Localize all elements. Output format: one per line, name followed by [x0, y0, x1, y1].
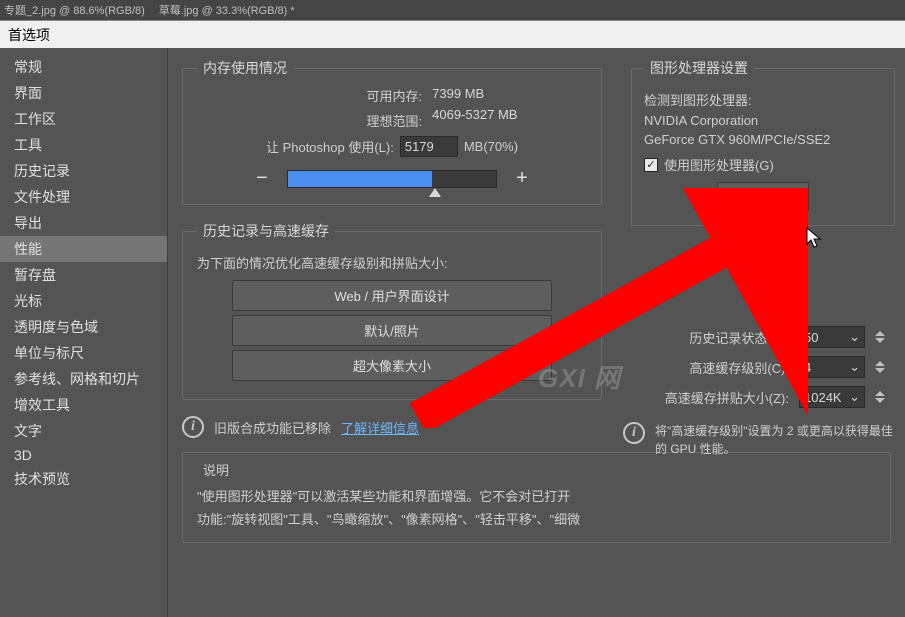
slider-thumb-icon[interactable]: [429, 188, 441, 197]
memory-unit: MB(70%): [464, 139, 518, 154]
let-photoshop-use-label: 让 Photoshop 使用(L):: [266, 137, 394, 156]
sidebar-item-scratch[interactable]: 暂存盘: [0, 262, 167, 288]
use-gpu-label: 使用图形处理器(G): [664, 155, 774, 174]
arrow-up-icon: [875, 391, 885, 396]
cache-level-label: 高速缓存级别(C):: [689, 358, 789, 377]
sidebar-item-units[interactable]: 单位与标尺: [0, 340, 167, 366]
slider-minus-button[interactable]: −: [253, 167, 271, 190]
photoshop-memory-input[interactable]: [400, 136, 458, 157]
cache-tile-label: 高速缓存拼贴大小(Z):: [665, 388, 789, 407]
history-states-select[interactable]: 50 ⌄: [799, 326, 865, 348]
description-line2: 功能:"旋转视图"工具、"鸟瞰缩放"、"像素网格"、"轻击平移"、"细微: [197, 508, 876, 531]
chevron-down-icon: ⌄: [849, 389, 860, 405]
sidebar-item-guides[interactable]: 参考线、网格和切片: [0, 366, 167, 392]
ideal-label: 理想范围:: [367, 111, 423, 130]
slider-fill: [288, 171, 432, 187]
ideal-value: 4069-5327 MB: [432, 107, 517, 122]
gpu-vendor: NVIDIA Corporation: [644, 113, 882, 128]
legacy-removed-text: 旧版合成功能已移除: [214, 418, 331, 437]
sidebar-item-3d[interactable]: 3D: [0, 444, 167, 466]
document-tabs: 专题_2.jpg @ 88.6%(RGB/8) 草莓.jpg @ 33.3%(R…: [0, 0, 905, 20]
available-label: 可用内存:: [367, 86, 423, 105]
tab-1[interactable]: 专题_2.jpg @ 88.6%(RGB/8): [4, 2, 145, 18]
chevron-down-icon: ⌄: [849, 359, 860, 375]
sidebar-item-type[interactable]: 文字: [0, 418, 167, 444]
sidebar-item-export[interactable]: 导出: [0, 210, 167, 236]
sidebar-item-tools[interactable]: 工具: [0, 132, 167, 158]
gpu-legend: 图形处理器设置: [644, 58, 754, 78]
optimize-label: 为下面的情况优化高速缓存级别和拼贴大小:: [197, 253, 587, 272]
sidebar-item-history[interactable]: 历史记录: [0, 158, 167, 184]
slider-plus-button[interactable]: +: [513, 167, 531, 190]
stepper-arrows[interactable]: [875, 391, 893, 403]
cache-tile-select[interactable]: 1024K ⌄: [799, 386, 865, 408]
arrow-down-icon: [875, 398, 885, 403]
arrow-down-icon: [875, 338, 885, 343]
memory-slider[interactable]: [287, 170, 497, 188]
sidebar-item-techpreview[interactable]: 技术预览: [0, 466, 167, 492]
description-group: 说明 "使用图形处理器"可以激活某些功能和界面增强。它不会对已打开 功能:"旋转…: [182, 452, 891, 543]
arrow-up-icon: [875, 331, 885, 336]
cursor-icon: [806, 227, 824, 249]
preset-large-button[interactable]: 超大像素大小: [232, 350, 552, 381]
tab-2[interactable]: 草莓.jpg @ 33.3%(RGB/8) *: [159, 2, 295, 18]
dialog-title-bar: 首选项: [0, 20, 905, 48]
stepper-arrows[interactable]: [875, 331, 893, 343]
history-states-label: 历史记录状态(H):: [689, 328, 789, 347]
gpu-settings-group: 图形处理器设置 检测到图形处理器: NVIDIA Corporation GeF…: [631, 58, 895, 226]
sidebar-item-cursor[interactable]: 光标: [0, 288, 167, 314]
cache-tip-text: 将"高速缓存级别"设置为 2 或更高以获得最佳的 GPU 性能。: [655, 422, 893, 458]
description-line1: "使用图形处理器"可以激活某些功能和界面增强。它不会对已打开: [197, 485, 876, 508]
gpu-detected-label: 检测到图形处理器:: [644, 90, 882, 109]
preset-web-button[interactable]: Web / 用户界面设计: [232, 280, 552, 311]
memory-usage-group: 内存使用情况 可用内存: 理想范围: 7399 MB 4069-5327 MB …: [182, 58, 602, 205]
history-legend: 历史记录与高速缓存: [197, 221, 335, 241]
history-cache-group: 历史记录与高速缓存 为下面的情况优化高速缓存级别和拼贴大小: Web / 用户界…: [182, 221, 602, 400]
memory-legend: 内存使用情况: [197, 58, 293, 78]
learn-more-link[interactable]: 了解详细信息: [341, 418, 419, 437]
preferences-sidebar: 常规 界面 工作区 工具 历史记录 文件处理 导出 性能 暂存盘 光标 透明度与…: [0, 48, 168, 617]
gpu-model: GeForce GTX 960M/PCIe/SSE2: [644, 132, 882, 147]
dialog-title: 首选项: [8, 25, 50, 45]
cache-level-select[interactable]: 4 ⌄: [799, 356, 865, 378]
sidebar-item-general[interactable]: 常规: [0, 54, 167, 80]
arrow-down-icon: [875, 368, 885, 373]
available-value: 7399 MB: [432, 86, 517, 101]
sidebar-item-interface[interactable]: 界面: [0, 80, 167, 106]
description-legend: 说明: [197, 460, 235, 479]
info-icon: i: [623, 422, 645, 444]
sidebar-item-performance[interactable]: 性能: [0, 236, 167, 262]
arrow-up-icon: [875, 361, 885, 366]
preset-default-button[interactable]: 默认/照片: [232, 315, 552, 346]
sidebar-item-transparency[interactable]: 透明度与色域: [0, 314, 167, 340]
chevron-down-icon: ⌄: [849, 329, 860, 345]
sidebar-item-filehandling[interactable]: 文件处理: [0, 184, 167, 210]
sidebar-item-workspace[interactable]: 工作区: [0, 106, 167, 132]
info-icon: i: [182, 416, 204, 438]
sidebar-item-plugins[interactable]: 增效工具: [0, 392, 167, 418]
use-gpu-checkbox[interactable]: ✓: [644, 158, 658, 172]
advanced-settings-button[interactable]: 高级设置...: [717, 182, 810, 211]
stepper-arrows[interactable]: [875, 361, 893, 373]
cache-params: 历史记录状态(H): 50 ⌄ 高速缓存级别(C): 4 ⌄: [623, 318, 893, 458]
